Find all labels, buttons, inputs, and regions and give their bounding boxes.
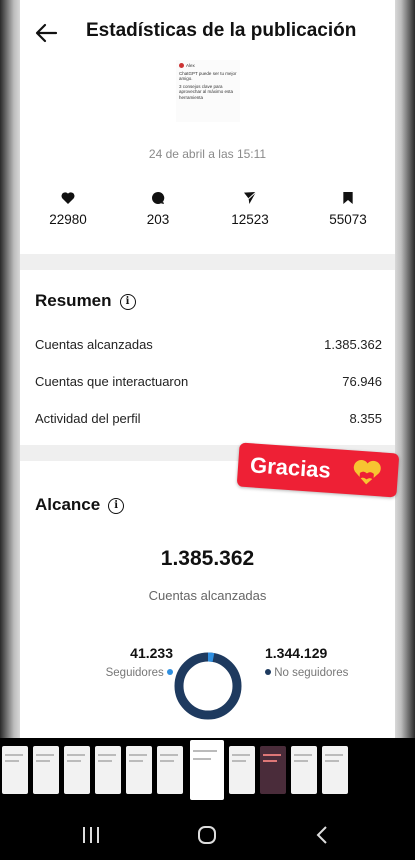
section-divider [20, 254, 395, 270]
recent-thumbnail[interactable] [33, 746, 59, 794]
non-followers-count: 1.344.129 [265, 645, 328, 661]
reach-title: Alcance i [35, 495, 125, 515]
avatar [179, 63, 184, 69]
saves-stat: 55073 [308, 190, 388, 227]
back-nav-button[interactable] [308, 824, 338, 846]
insights-panel: Estadísticas de la publicación Alex Chat… [20, 0, 395, 738]
header: Estadísticas de la publicación [20, 0, 395, 60]
recent-thumbnail[interactable] [260, 746, 286, 794]
recent-thumbnail[interactable] [64, 746, 90, 794]
recent-thumbnail-active[interactable] [190, 740, 224, 800]
recent-thumbnail[interactable] [322, 746, 348, 794]
shares-count: 12523 [231, 212, 269, 227]
summary-title-text: Resumen [35, 291, 112, 310]
summary-row-label: Actividad del perfil [35, 411, 141, 426]
home-icon [198, 826, 216, 844]
heart-icon [61, 192, 75, 204]
summary-row-value: 76.946 [342, 374, 382, 389]
followers-dot [167, 669, 173, 675]
summary-row-value: 1.385.362 [324, 337, 382, 352]
recent-thumbnail[interactable] [2, 746, 28, 794]
send-icon [244, 191, 257, 204]
recents-button[interactable] [76, 824, 106, 846]
comment-icon [152, 191, 165, 204]
shares-stat: 12523 [210, 190, 290, 227]
app-screen: Estadísticas de la publicación Alex Chat… [0, 0, 415, 738]
recent-thumbnail[interactable] [157, 746, 183, 794]
comments-stat: 203 [118, 190, 198, 227]
summary-row: Actividad del perfil 8.355 [35, 411, 382, 426]
recent-thumbnail[interactable] [229, 746, 255, 794]
followers-label: Seguidores [105, 667, 164, 679]
comments-count: 203 [146, 212, 170, 227]
heart-book-icon [353, 460, 381, 485]
system-navigation-bar [0, 808, 415, 860]
info-icon[interactable]: i [108, 498, 125, 514]
non-followers-dot [265, 669, 271, 675]
home-button[interactable] [192, 824, 222, 846]
reach-donut-chart [174, 652, 242, 720]
reach-title-text: Alcance [35, 495, 101, 514]
back-button[interactable] [34, 20, 60, 46]
summary-row-label: Cuentas alcanzadas [35, 337, 153, 352]
summary-row-label: Cuentas que interactuaron [35, 374, 189, 389]
non-followers-stat: 1.344.129 No seguidores [265, 645, 385, 679]
recent-thumbnail[interactable] [95, 746, 121, 794]
thumb-user: Alex [186, 63, 195, 68]
summary-title: Resumen i [35, 291, 136, 311]
bookmark-icon [343, 192, 353, 204]
chevron-left-icon [316, 826, 327, 844]
recent-apps-tray [0, 738, 415, 808]
recents-icon [83, 827, 99, 843]
recent-thumbnail[interactable] [126, 746, 152, 794]
non-followers-arc [174, 652, 242, 720]
summary-row: Cuentas alcanzadas 1.385.362 [35, 337, 382, 352]
non-followers-label: No seguidores [274, 667, 349, 679]
summary-row: Cuentas que interactuaron 76.946 [35, 374, 382, 389]
sticker-text: Gracias [249, 452, 332, 483]
reach-total: 1.385.362 [160, 547, 255, 570]
likes-stat: 22980 [28, 190, 108, 227]
info-icon[interactable]: i [119, 294, 136, 310]
page-title: Estadísticas de la publicación [86, 20, 357, 41]
post-stats: 22980 203 12523 55073 [20, 190, 395, 240]
thumb-line-2: 3 consejos clave para aprovechar al máxi… [179, 83, 234, 100]
followers-stat: 41.233 Seguidores [88, 645, 173, 679]
saves-count: 55073 [329, 212, 367, 227]
reach-total-label: Cuentas alcanzadas [148, 588, 267, 603]
likes-count: 22980 [49, 212, 87, 227]
post-date: 24 de abril a las 15:11 [148, 147, 267, 161]
arrow-left-icon [35, 23, 58, 43]
thumb-line-1: ChatGPT puede ser tu mejor amigo. [179, 70, 237, 82]
followers-count: 41.233 [130, 645, 173, 661]
post-thumbnail[interactable]: Alex ChatGPT puede ser tu mejor amigo. 3… [176, 60, 240, 122]
recent-thumbnail[interactable] [291, 746, 317, 794]
summary-row-value: 8.355 [349, 411, 382, 426]
